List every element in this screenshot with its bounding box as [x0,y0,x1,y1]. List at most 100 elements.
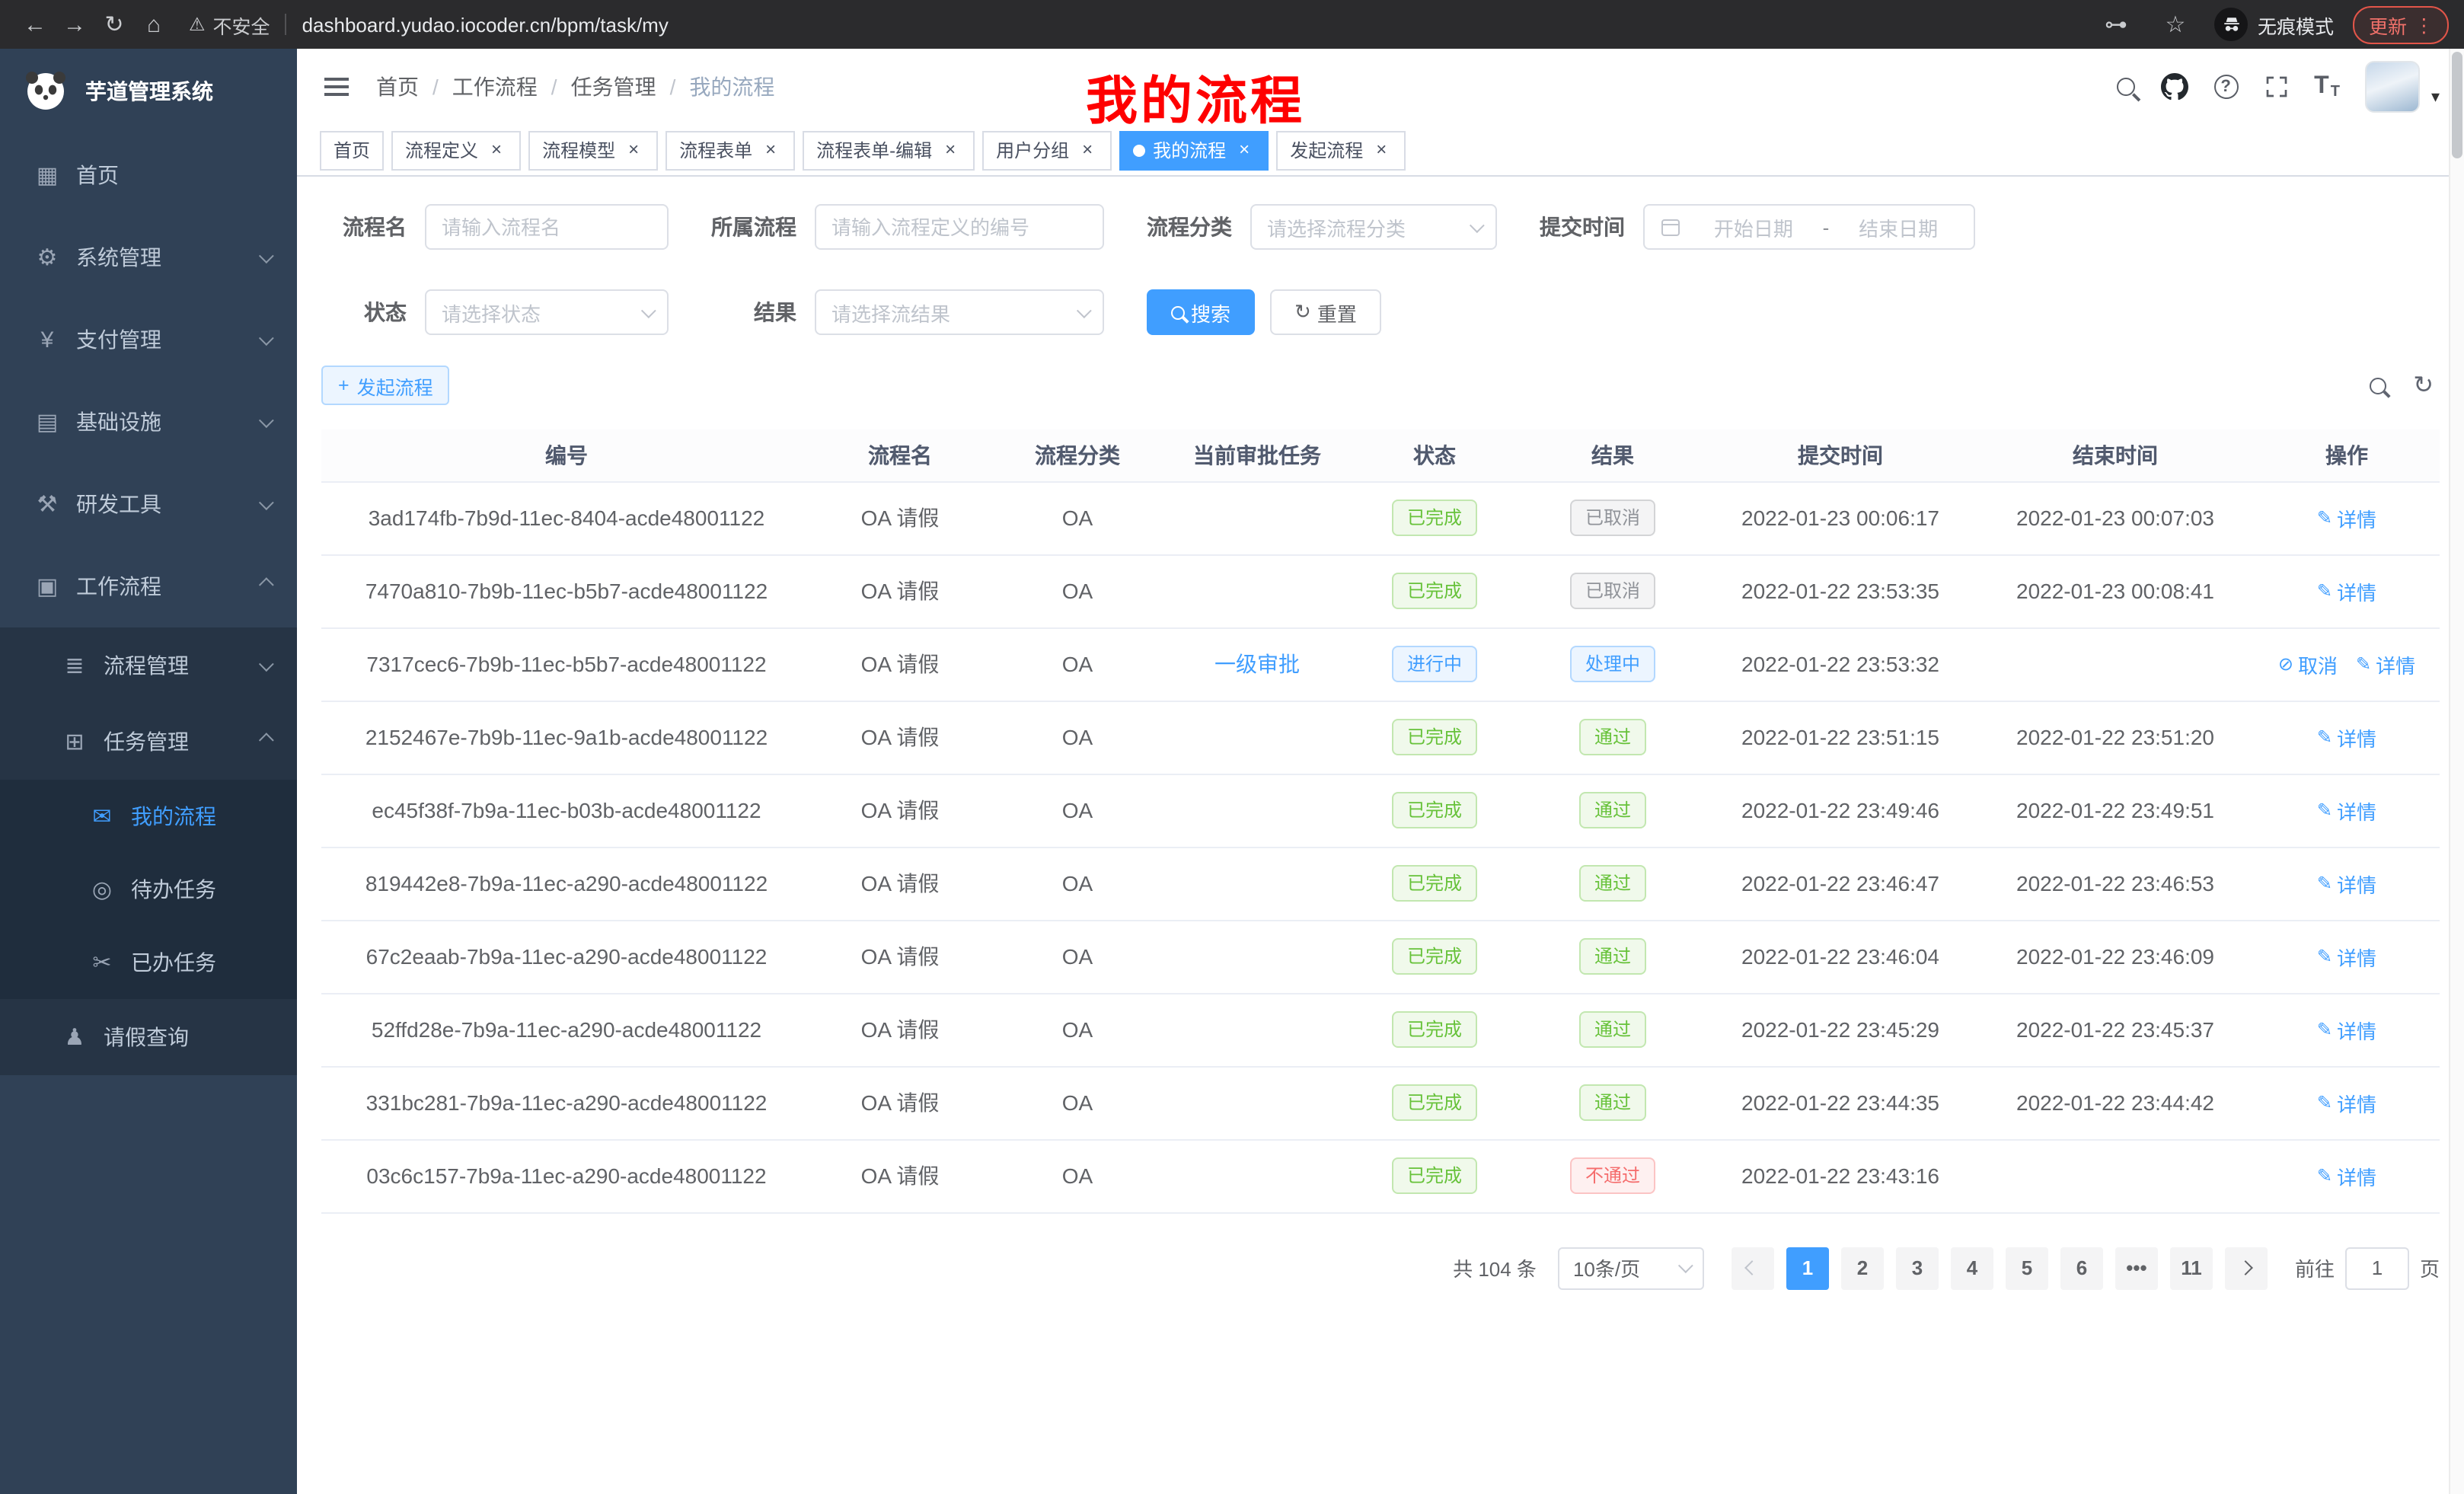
page-button[interactable]: 4 [1951,1247,1993,1289]
detail-link[interactable]: ✎详情 [2356,650,2415,678]
sidebar-item-task-management[interactable]: ⊞任务管理 [0,704,297,780]
reset-button[interactable]: ↻ 重置 [1270,289,1381,335]
key-icon[interactable]: ⊶ [2096,5,2136,44]
table-row: 3ad174fb-7b9d-11ec-8404-acde48001122OA 请… [321,481,2440,554]
select-placeholder: 请选择流结果 [831,298,950,327]
breadcrumb-item[interactable]: 首页 [376,72,419,102]
goto-page: 前往 页 [2295,1247,2440,1289]
breadcrumb-item[interactable]: 任务管理 [571,72,656,102]
goto-page-input[interactable] [2345,1247,2409,1289]
detail-link[interactable]: ✎详情 [2317,576,2376,605]
current-task-link[interactable]: 一级审批 [1214,652,1300,676]
status-select[interactable]: 请选择状态 [425,289,669,335]
result-select[interactable]: 请选择流结果 [815,289,1104,335]
sidebar-item-label: 工作流程 [76,571,259,602]
sidebar-item-todo-tasks[interactable]: ◎待办任务 [0,853,297,926]
detail-link[interactable]: ✎详情 [2317,942,2376,971]
category-select[interactable]: 请选择流程分类 [1250,204,1497,250]
page-button[interactable]: 3 [1896,1247,1939,1289]
help-icon[interactable]: ? [2213,75,2238,99]
chevron-down-icon [259,656,274,671]
update-menu-button[interactable]: 更新 ⋮ [2354,5,2449,43]
tab-start-process[interactable]: 发起流程× [1276,130,1406,170]
close-icon[interactable]: × [1234,139,1255,161]
sidebar-item-devtools[interactable]: ⚒研发工具 [0,463,297,545]
url-text[interactable]: dashboard.yudao.iocoder.cn/bpm/task/my [302,13,669,36]
prev-page-button[interactable] [1732,1247,1774,1289]
page-button[interactable]: 6 [2060,1247,2103,1289]
browser-home-icon[interactable]: ⌂ [134,5,174,44]
detail-link[interactable]: ✎详情 [2317,503,2376,532]
caret-down-icon[interactable]: ▾ [2431,87,2440,107]
page-button[interactable]: 1 [1786,1247,1829,1289]
cancel-link[interactable]: ⊘取消 [2278,650,2338,678]
logo[interactable]: 芋道管理系统 [0,49,297,134]
tab-process-model[interactable]: 流程模型× [528,130,658,170]
github-icon[interactable] [2160,73,2188,101]
tab-user-group[interactable]: 用户分组× [982,130,1112,170]
sidebar-item-done-tasks[interactable]: ✂已办任务 [0,926,297,999]
refresh-icon[interactable]: ↻ [2413,370,2434,401]
tab-my-process[interactable]: 我的流程× [1119,130,1269,170]
hamburger-icon[interactable] [321,67,352,107]
submit-time-range[interactable]: 开始日期 - 结束日期 [1643,204,1975,250]
sidebar-item-system[interactable]: ⚙系统管理 [0,216,297,298]
address-bar[interactable]: ⚠ 不安全 dashboard.yudao.iocoder.cn/bpm/tas… [189,10,2096,39]
tab-process-form[interactable]: 流程表单× [665,130,795,170]
back-icon[interactable]: ← [15,5,55,44]
detail-link[interactable]: ✎详情 [2317,1161,2376,1190]
detail-link[interactable]: ✎详情 [2317,1015,2376,1044]
sidebar-item-payment[interactable]: ¥支付管理 [0,298,297,381]
close-icon[interactable]: × [1371,139,1392,161]
page-button[interactable]: 11 [2170,1247,2213,1289]
incognito-badge[interactable]: 无痕模式 [2215,8,2334,41]
sidebar-item-infrastructure[interactable]: ▤基础设施 [0,381,297,463]
avatar[interactable] [2366,61,2421,113]
security-label[interactable]: 不安全 [213,10,270,39]
scrollbar[interactable] [2449,49,2464,1494]
close-icon[interactable]: × [486,139,507,161]
close-icon[interactable]: × [760,139,781,161]
detail-link[interactable]: ✎详情 [2317,796,2376,825]
chevron-down-icon [259,330,274,345]
breadcrumb-item[interactable]: 工作流程 [452,72,538,102]
process-definition-input[interactable] [815,204,1104,250]
cell-current-task [1167,1066,1348,1139]
detail-link[interactable]: ✎详情 [2317,869,2376,898]
detail-link[interactable]: ✎详情 [2317,1088,2376,1117]
start-process-button[interactable]: + 发起流程 [321,366,450,405]
sidebar-item-workflow[interactable]: ▣工作流程 [0,545,297,627]
cell-current-task [1167,701,1348,774]
page-button[interactable]: 5 [2006,1247,2048,1289]
tab-process-form-edit[interactable]: 流程表单-编辑× [803,130,975,170]
fullscreen-icon[interactable] [2264,75,2288,99]
search-icon[interactable] [2116,78,2134,96]
scrollbar-thumb[interactable] [2452,52,2462,158]
star-icon[interactable]: ☆ [2156,5,2195,44]
cell-process-name: OA 请假 [812,1066,988,1139]
next-page-button[interactable] [2225,1247,2268,1289]
close-icon[interactable]: × [1077,139,1098,161]
cell-category: OA [988,554,1167,627]
cell-result: 通过 [1521,774,1704,847]
tab-home[interactable]: 首页 [320,130,384,170]
sidebar-item-leave-query[interactable]: ♟请假查询 [0,999,297,1075]
font-size-icon[interactable]: TT [2314,73,2340,101]
process-name-input[interactable] [425,204,669,250]
page-button[interactable]: 2 [1841,1247,1884,1289]
status-tag: 已完成 [1392,1084,1477,1121]
reload-icon[interactable]: ↻ [94,5,134,44]
close-icon[interactable]: × [940,139,961,161]
page-size-select[interactable]: 10条/页 [1558,1247,1704,1289]
toggle-search-icon[interactable] [2369,377,2386,394]
close-icon[interactable]: × [623,139,644,161]
sidebar-item-my-process[interactable]: ✉我的流程 [0,780,297,853]
page-button[interactable]: ••• [2115,1247,2158,1289]
sidebar-item-process-management[interactable]: ≣流程管理 [0,627,297,704]
tab-process-definition[interactable]: 流程定义× [391,130,521,170]
detail-link[interactable]: ✎详情 [2317,723,2376,752]
sidebar-item-home[interactable]: ▦首页 [0,134,297,216]
forward-icon[interactable]: → [55,5,94,44]
table-header-row: 编号流程名流程分类当前审批任务状态结果提交时间结束时间操作 [321,429,2440,481]
search-button[interactable]: 搜索 [1147,289,1255,335]
